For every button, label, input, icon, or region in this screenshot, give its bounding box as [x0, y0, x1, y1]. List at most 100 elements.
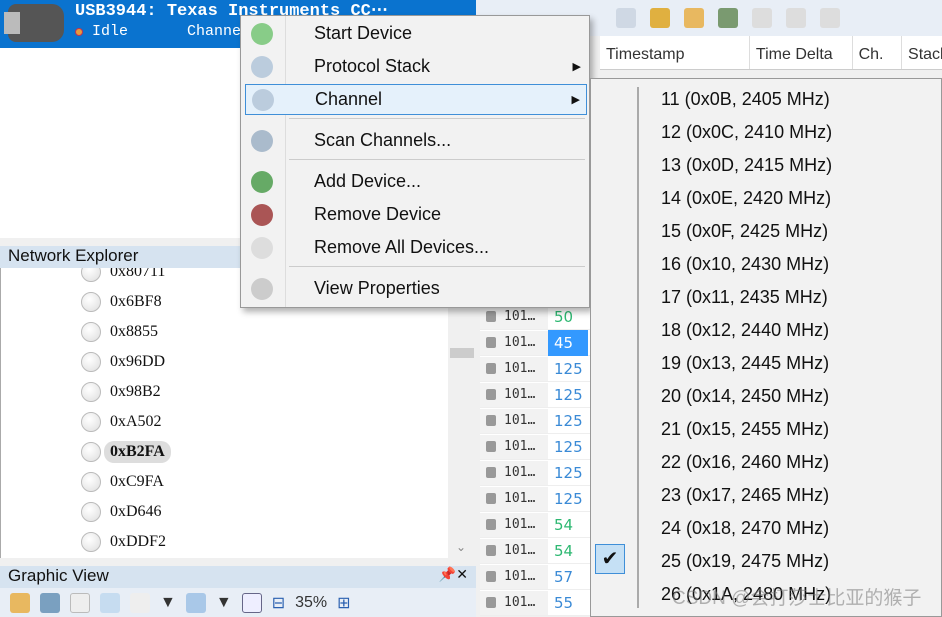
dropdown-icon[interactable]: ▼ — [160, 594, 176, 612]
table-row[interactable]: 101… 125 — [480, 434, 590, 460]
row-id: 101… — [504, 335, 536, 350]
layout-icon[interactable] — [130, 592, 150, 613]
channel-option[interactable]: 23 (0x17, 2465 MHz) — [661, 479, 829, 512]
table-row[interactable]: 101… 54 — [480, 512, 590, 538]
channel-option[interactable]: 24 (0x18, 2470 MHz) — [661, 512, 829, 545]
table-row[interactable]: 101… 125 — [480, 382, 590, 408]
node-label: 0x80711 — [110, 268, 166, 280]
menu-item[interactable]: Channel ▶ — [245, 84, 587, 115]
zoom-fit-icon[interactable] — [241, 592, 262, 613]
clear-brush-icon[interactable] — [684, 8, 704, 28]
forward-icon[interactable] — [820, 8, 840, 28]
network-node[interactable]: 0xC9FA — [81, 469, 164, 495]
pin-close-icons[interactable]: 📌✕ — [439, 566, 468, 583]
menu-item[interactable]: Start Device — [245, 18, 587, 49]
node-label: 0x8855 — [110, 323, 158, 340]
table-row[interactable]: 101… 125 — [480, 460, 590, 486]
channel-option[interactable]: 25 (0x19, 2475 MHz) — [661, 545, 829, 578]
network-node[interactable]: 0x96DD — [81, 349, 165, 375]
pointer-icon[interactable] — [70, 592, 90, 613]
menu-item-label: Channel — [315, 89, 383, 109]
channel-option[interactable]: 16 (0x10, 2430 MHz) — [661, 248, 829, 281]
column-time-delta[interactable]: Time Delta — [750, 36, 853, 69]
menu-item[interactable]: Remove Device — [245, 199, 587, 230]
settings-sync-icon[interactable] — [718, 8, 738, 28]
network-node[interactable]: 0x80711 — [81, 268, 165, 285]
lock-icon — [486, 415, 496, 426]
channel-option[interactable]: 14 (0x0E, 2420 MHz) — [661, 182, 831, 215]
row-id-cell: 101… — [480, 330, 548, 355]
lock-icon — [486, 493, 496, 504]
menu-separator — [289, 159, 585, 160]
column-stack[interactable]: Stack — [902, 36, 942, 69]
table-row[interactable]: 101… 125 — [480, 408, 590, 434]
shape-icon[interactable] — [185, 592, 206, 613]
channel-option[interactable]: 13 (0x0D, 2415 MHz) — [661, 149, 832, 182]
table-row[interactable]: 101… 125 — [480, 356, 590, 382]
table-row[interactable]: 101… 57 — [480, 564, 590, 590]
node-icon — [81, 472, 101, 492]
row-value: 125 — [554, 411, 583, 430]
row-id-cell: 101… — [480, 460, 548, 485]
channel-option[interactable]: 19 (0x13, 2445 MHz) — [661, 347, 829, 380]
menu-item[interactable]: Add Device... — [245, 166, 587, 197]
menu-item[interactable]: Scan Channels... — [245, 125, 587, 156]
open-icon[interactable] — [10, 592, 30, 613]
row-id-cell: 101… — [480, 538, 548, 563]
submenu-arrow-icon: ▶ — [572, 61, 581, 73]
magnet-icon[interactable] — [100, 592, 120, 613]
watermark: CSDN @会打莎士比亚的猴子 — [672, 588, 922, 609]
node-icon — [81, 322, 101, 342]
network-node[interactable]: 0x6BF8 — [81, 289, 162, 315]
submenu-arrow-icon: ▶ — [571, 94, 580, 106]
channel-option[interactable]: 11 (0x0B, 2405 MHz) — [661, 83, 830, 116]
network-node[interactable]: 0xD646 — [81, 499, 162, 525]
column-timestamp[interactable]: Timestamp — [600, 36, 750, 69]
channel-option[interactable]: 22 (0x16, 2460 MHz) — [661, 446, 829, 479]
status-dot-icon — [75, 28, 83, 36]
menu-item[interactable]: Protocol Stack ▶ — [245, 51, 587, 82]
lock-icon — [486, 519, 496, 530]
channel-option[interactable]: 20 (0x14, 2450 MHz) — [661, 380, 829, 413]
zoom-out-icon[interactable]: ⊟ — [272, 593, 285, 613]
export-icon[interactable] — [650, 8, 670, 28]
node-icon — [81, 382, 101, 402]
table-row[interactable]: 101… 55 — [480, 590, 590, 616]
row-value: 125 — [554, 489, 583, 508]
dropdown-icon[interactable]: ▼ — [216, 594, 232, 612]
node-label: 0x96DD — [110, 353, 166, 370]
row-id-cell: 101… — [480, 408, 548, 433]
network-node[interactable]: 0x8855 — [81, 319, 158, 345]
row-value: 54 — [554, 541, 574, 560]
network-node[interactable]: 0xB2FA — [81, 439, 171, 465]
node-icon — [81, 502, 101, 522]
lock-list-icon[interactable] — [616, 8, 636, 28]
network-node[interactable]: 0x98B2 — [81, 379, 161, 405]
channel-option[interactable]: 21 (0x15, 2455 MHz) — [661, 413, 829, 446]
menu-item[interactable]: View Properties — [245, 273, 587, 304]
column-channel[interactable]: Ch. — [853, 36, 903, 69]
table-row[interactable]: 101… 125 — [480, 486, 590, 512]
table-row[interactable]: 101… 54 — [480, 538, 590, 564]
channel-option[interactable]: 12 (0x0C, 2410 MHz) — [661, 116, 832, 149]
copy-icon[interactable] — [752, 8, 772, 28]
row-id-cell: 101… — [480, 356, 548, 381]
node-label: 0xD646 — [110, 503, 162, 520]
row-id: 101… — [504, 413, 536, 428]
channel-option[interactable]: 17 (0x11, 2435 MHz) — [661, 281, 828, 314]
network-node[interactable]: 0xDDF2 — [81, 529, 166, 555]
scrollbar[interactable]: ⌄ — [448, 268, 476, 558]
channel-option[interactable]: 18 (0x12, 2440 MHz) — [661, 314, 829, 347]
checkmark-icon: ✔ — [595, 544, 625, 574]
save-icon[interactable] — [40, 592, 60, 613]
zoom-in-icon[interactable]: ⊞ — [337, 593, 350, 613]
network-node[interactable]: 0xA502 — [81, 409, 162, 435]
channel-option[interactable]: 15 (0x0F, 2425 MHz) — [661, 215, 828, 248]
table-row[interactable]: 101… 45 — [480, 329, 590, 356]
back-icon[interactable] — [786, 8, 806, 28]
row-id: 101… — [504, 465, 536, 480]
play-icon — [251, 22, 273, 45]
menu-item[interactable]: Remove All Devices... — [245, 232, 587, 263]
lock-icon — [486, 467, 496, 478]
node-label: 0xC9FA — [110, 473, 164, 490]
